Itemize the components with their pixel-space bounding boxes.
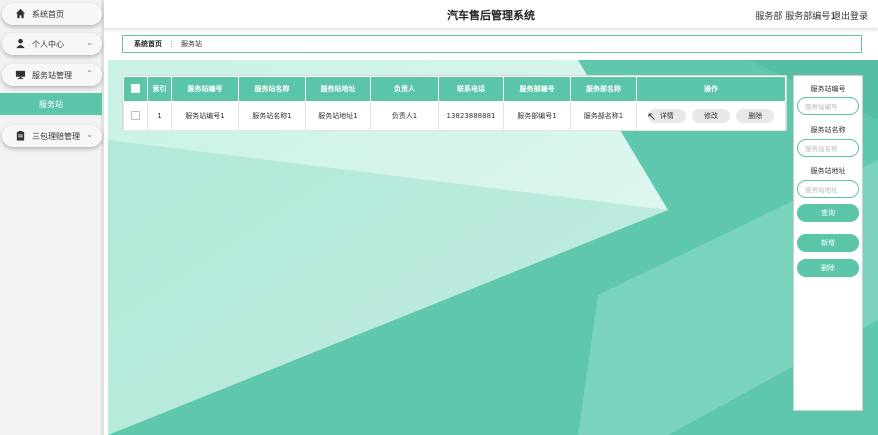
- cell-index: 1: [147, 101, 172, 131]
- data-table: 索引 服务站编号 服务站名称 服务站地址 负责人 联系电话 服务部编号 服务部名…: [122, 75, 787, 131]
- col-header-station-address: 服务站地址: [305, 76, 371, 102]
- col-header-station-name: 服务站名称: [238, 76, 306, 102]
- breadcrumb-current: 服务站: [181, 40, 202, 48]
- cell-actions: 详情 修改 删除: [636, 101, 786, 131]
- station-code-label: 服务站编号: [810, 85, 846, 93]
- station-code-input[interactable]: 服务站编号: [797, 97, 859, 115]
- home-icon: [15, 8, 26, 19]
- mouse-cursor-icon: ↖: [647, 110, 657, 123]
- breadcrumb-home[interactable]: 系统首页: [134, 39, 162, 49]
- col-header-phone: 联系电话: [438, 76, 504, 102]
- sidebar: 系统首页 个人中心 ⌄ 服务站管理 ⌃ 服务站 三包理赔管理 ⌄: [0, 0, 104, 435]
- station-address-input[interactable]: 服务站地址: [797, 180, 859, 198]
- col-header-actions: 操作: [636, 76, 786, 102]
- top-header: 汽车售后管理系统 服务部 服务部编号1 退出登录: [104, 0, 878, 28]
- sidebar-item-label: 三包理赔管理: [32, 131, 80, 141]
- cell-station-address: 服务站地址1: [305, 101, 371, 131]
- sidebar-subitem-station[interactable]: 服务站: [0, 93, 102, 115]
- station-name-label: 服务站名称: [810, 126, 846, 134]
- cell-dept-name: 服务部名称1: [570, 101, 637, 131]
- table-row: 1 服务站编号1 服务站名称1 服务站地址1 负责人1 13823888881 …: [123, 101, 786, 131]
- cell-manager: 负责人1: [370, 101, 439, 131]
- edit-button[interactable]: 修改: [692, 109, 730, 123]
- col-header-station-code: 服务站编号: [171, 76, 239, 102]
- row-checkbox[interactable]: [123, 101, 148, 131]
- sidebar-item-label: 个人中心: [32, 39, 64, 49]
- sidebar-item-label: 服务站管理: [32, 70, 72, 80]
- chevron-up-icon: ⌃: [86, 69, 93, 78]
- user-icon: [16, 38, 25, 49]
- col-header-index: 索引: [147, 76, 172, 102]
- delete-row-button[interactable]: 删除: [736, 109, 775, 123]
- cell-station-code: 服务站编号1: [171, 101, 239, 131]
- breadcrumb: 系统首页 ⋮ 服务站: [122, 35, 862, 53]
- query-button[interactable]: 查询: [797, 204, 859, 222]
- cell-station-name: 服务站名称1: [238, 101, 306, 131]
- monitor-icon: [15, 70, 26, 80]
- select-all-checkbox[interactable]: [123, 76, 148, 102]
- user-info: 服务部 服务部编号1: [755, 12, 836, 22]
- cell-dept-code: 服务部编号1: [503, 101, 571, 131]
- delete-button[interactable]: 删除: [797, 259, 859, 277]
- table-header-row: 索引 服务站编号 服务站名称 服务站地址 负责人 联系电话 服务部编号 服务部名…: [123, 76, 786, 102]
- station-address-label: 服务站地址: [810, 167, 846, 175]
- chevron-down-icon: ⌄: [86, 38, 93, 47]
- col-header-dept-name: 服务部名称: [570, 76, 637, 102]
- chevron-down-icon: ⌄: [86, 130, 93, 139]
- logout-link[interactable]: 退出登录: [832, 9, 868, 22]
- sidebar-item-personal[interactable]: 个人中心 ⌄: [2, 33, 102, 55]
- sidebar-item-station-mgmt[interactable]: 服务站管理 ⌃: [2, 64, 102, 86]
- cell-phone: 13823888881: [438, 101, 504, 131]
- sidebar-subitem-label: 服务站: [39, 99, 63, 109]
- col-header-dept-code: 服务部编号: [503, 76, 571, 102]
- sidebar-item-label: 系统首页: [32, 9, 64, 19]
- add-button[interactable]: 新增: [797, 234, 859, 252]
- sidebar-item-home[interactable]: 系统首页: [2, 3, 102, 25]
- sidebar-item-claims-mgmt[interactable]: 三包理赔管理 ⌄: [2, 125, 102, 147]
- breadcrumb-separator: ⋮: [168, 40, 175, 48]
- search-panel: 服务站编号 服务站编号 服务站名称 服务站名称 服务站地址 服务站地址 查询 新…: [793, 75, 863, 411]
- station-name-input[interactable]: 服务站名称: [797, 139, 859, 157]
- col-header-manager: 负责人: [370, 76, 439, 102]
- clipboard-icon: [16, 130, 25, 141]
